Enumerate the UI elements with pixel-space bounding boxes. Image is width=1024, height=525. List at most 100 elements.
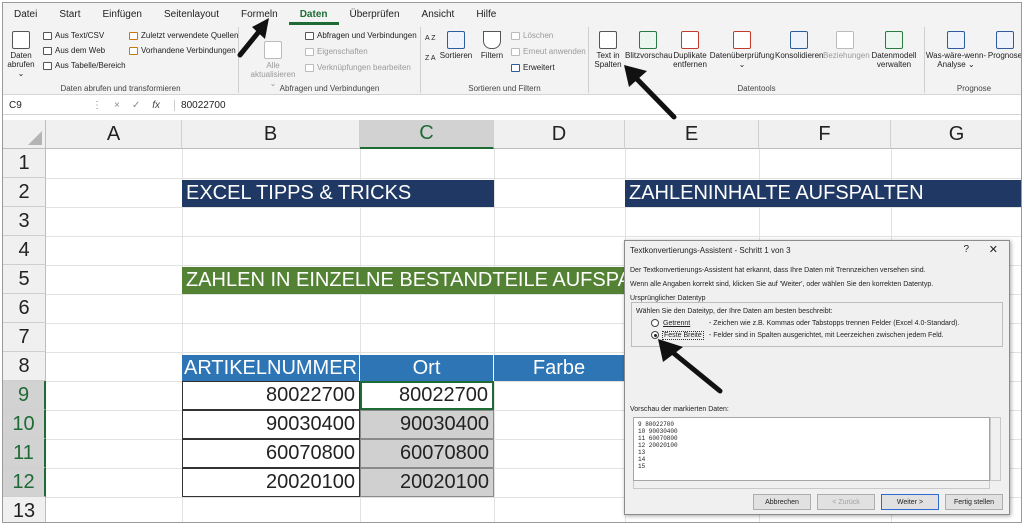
cell-c12[interactable]: 20020100 (360, 468, 494, 497)
sortieren-button[interactable]: Sortieren (439, 31, 473, 60)
row-header-5[interactable]: 5 (3, 265, 46, 294)
vorhandene-verbindungen-button[interactable]: Vorhandene Verbindungen (129, 46, 236, 55)
cell-c9[interactable]: 80022700 (360, 381, 494, 410)
column-header-g[interactable]: G (891, 120, 1021, 149)
eigenschaften-button[interactable]: Eigenschaften (305, 47, 368, 56)
row-header-7[interactable]: 7 (3, 323, 46, 352)
was-waere-wenn-button[interactable]: Was-wäre-wenn- Analyse ⌄ (925, 31, 987, 69)
loeschen-button[interactable]: Löschen (511, 31, 553, 40)
preview-horizontal-scrollbar[interactable] (633, 481, 990, 489)
blitzvorschau-button[interactable]: Blitzvorschau (625, 31, 673, 60)
row-header-4[interactable]: 4 (3, 236, 46, 265)
row-header-9[interactable]: 9 (3, 381, 46, 410)
row-header-8[interactable]: 8 (3, 352, 46, 381)
row-header-3[interactable]: 3 (3, 207, 46, 236)
connections-icon (129, 46, 138, 55)
help-icon[interactable]: ? (963, 244, 969, 255)
column-header-b[interactable]: B (182, 120, 360, 149)
konsolidieren-button[interactable]: Konsolidieren (775, 31, 823, 60)
column-header-e[interactable]: E (625, 120, 759, 149)
row-header-11[interactable]: 11 (3, 439, 46, 468)
datenmodell-verwalten-button[interactable]: Datenmodell verwalten (869, 31, 919, 69)
row-header-2[interactable]: 2 (3, 178, 46, 207)
column-header-a[interactable]: A (46, 120, 182, 149)
prognose-button[interactable]: Prognose (987, 31, 1021, 60)
zuletzt-verwendet-button[interactable]: Zuletzt verwendete Quellen (129, 31, 238, 40)
name-box[interactable]: C9 (6, 98, 74, 113)
refresh-icon (264, 41, 282, 59)
radio-feste-breite-label[interactable]: Feste Breite (662, 331, 704, 340)
column-header-f[interactable]: F (759, 120, 891, 149)
tab-ansicht[interactable]: Ansicht (411, 3, 466, 25)
banner-zahleninhalte[interactable]: ZAHLENINHALTE AUFSPALTEN (625, 180, 1021, 207)
radio-feste-breite[interactable] (651, 331, 659, 339)
aus-tabelle-button[interactable]: Aus Tabelle/Bereich (43, 61, 126, 70)
tab-ueberpruefen[interactable]: Überprüfen (339, 3, 411, 25)
sort-za-button[interactable]: Z A (425, 55, 436, 62)
gridline (46, 236, 1021, 237)
table-header-farbe[interactable]: Farbe (494, 355, 625, 381)
column-header-c[interactable]: C (360, 120, 494, 149)
beziehungen-button[interactable]: Beziehungen (823, 31, 870, 60)
close-icon[interactable]: ✕ (989, 243, 998, 256)
daten-abrufen-button[interactable]: Daten abrufen ⌄ (6, 31, 36, 78)
duplikate-entfernen-button[interactable]: Duplikate entfernen (671, 31, 709, 69)
banner-zahlen-bestandteile[interactable]: ZAHLEN IN EINZELNE BESTANDTEILE AUFSPAL (182, 267, 625, 294)
section-heading: Ursprünglicher Datentyp (630, 295, 706, 302)
properties-icon (305, 47, 314, 56)
gridline (494, 149, 495, 522)
row-header-13[interactable]: 13 (3, 497, 46, 522)
row-header-10[interactable]: 10 (3, 410, 46, 439)
enter-icon[interactable]: ✓ (132, 100, 140, 111)
aus-dem-web-button[interactable]: Aus dem Web (43, 46, 105, 55)
formula-input[interactable]: 80022700 (174, 99, 226, 111)
abfragen-verbindungen-button[interactable]: Abfragen und Verbindungen (305, 31, 417, 40)
tab-formeln[interactable]: Formeln (230, 3, 289, 25)
row-header-6[interactable]: 6 (3, 294, 46, 323)
row-header-1[interactable]: 1 (3, 149, 46, 178)
data-preview[interactable]: 9 80022700 10 90030400 11 60070800 12 20… (633, 417, 990, 481)
cell-c11[interactable]: 60070800 (360, 439, 494, 468)
tab-datei[interactable]: Datei (3, 3, 48, 25)
erneut-anwenden-button[interactable]: Erneut anwenden (511, 47, 586, 56)
cell-c10[interactable]: 90030400 (360, 410, 494, 439)
banner-excel-tipps[interactable]: EXCEL TIPPS & TRICKS (182, 180, 494, 207)
select-all-corner[interactable] (3, 120, 46, 149)
tab-seitenlayout[interactable]: Seitenlayout (153, 3, 230, 25)
fx-icon[interactable]: fx (152, 100, 160, 111)
dialog-info-line2: Wenn alle Angaben korrekt sind, klicken … (630, 281, 934, 288)
erweitert-button[interactable]: Erweitert (511, 63, 555, 72)
cell-b11[interactable]: 60070800 (182, 439, 360, 468)
column-header-d[interactable]: D (494, 120, 625, 149)
tab-hilfe[interactable]: Hilfe (465, 3, 507, 25)
filtern-button[interactable]: Filtern (477, 31, 507, 60)
text-in-spalten-button[interactable]: Text in Spalten (591, 31, 625, 69)
aus-text-csv-button[interactable]: Aus Text/CSV (43, 31, 104, 40)
verknuepfungen-button[interactable]: Verknüpfungen bearbeiten (305, 63, 411, 72)
cancel-button[interactable]: Abbrechen (753, 494, 811, 510)
group-label: Sortieren und Filtern (468, 84, 541, 93)
table-header-artikelnummer[interactable]: ARTIKELNUMMER (182, 355, 360, 381)
back-button[interactable]: < Zurück (817, 494, 875, 510)
next-button[interactable]: Weiter > (881, 494, 939, 510)
cancel-icon[interactable]: × (114, 100, 120, 111)
cell-b9[interactable]: 80022700 (182, 381, 360, 410)
preview-vertical-scrollbar[interactable] (990, 417, 1001, 481)
cell-b10[interactable]: 90030400 (182, 410, 360, 439)
datatype-groupbox: Wählen Sie den Dateityp, der Ihre Daten … (631, 302, 1003, 347)
tab-einfuegen[interactable]: Einfügen (91, 3, 152, 25)
tab-daten[interactable]: Daten (288, 3, 339, 25)
section-hint: Wählen Sie den Dateityp, der Ihre Daten … (636, 308, 833, 315)
group-label: Abfragen und Verbindungen (279, 84, 380, 93)
finish-button[interactable]: Fertig stellen (945, 494, 1003, 510)
gridline (46, 207, 1021, 208)
datenueberpruefung-button[interactable]: Datenüberprüfung ⌄ (709, 31, 775, 69)
radio-getrennt[interactable] (651, 319, 659, 327)
radio-getrennt-label[interactable]: Getrennt (663, 320, 690, 327)
alle-aktualisieren-button[interactable]: Alle aktualisieren ⌄ (249, 41, 297, 88)
table-header-ort[interactable]: Ort (360, 355, 494, 381)
sort-az-button[interactable]: A Z (425, 35, 436, 42)
row-header-12[interactable]: 12 (3, 468, 46, 497)
tab-start[interactable]: Start (48, 3, 91, 25)
cell-b12[interactable]: 20020100 (182, 468, 360, 497)
